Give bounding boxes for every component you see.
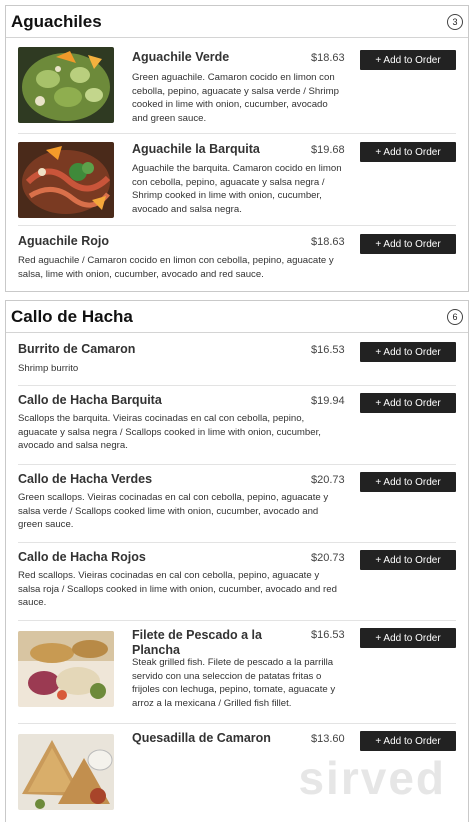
item-price: $19.68: [311, 144, 345, 156]
section-header: Aguachiles 3: [6, 6, 468, 38]
add-to-order-button[interactable]: + Add to Order: [360, 50, 456, 70]
item-price: $19.94: [311, 395, 345, 407]
item-price: $18.63: [311, 236, 345, 248]
item-name: Callo de Hacha Rojos: [18, 550, 146, 564]
section-header: Callo de Hacha 6: [6, 301, 468, 333]
menu-item: Filete de Pescado a la Plancha $16.53 + …: [18, 621, 456, 724]
item-description: Green scallops. Vieiras cocinadas en cal…: [18, 492, 329, 530]
add-to-order-button[interactable]: + Add to Order: [360, 142, 456, 162]
add-to-order-button[interactable]: + Add to Order: [360, 472, 456, 492]
item-price: $16.53: [311, 344, 345, 356]
menu-item: Callo de Hacha Rojos $20.73 + Add to Ord…: [18, 543, 456, 621]
item-name: Aguachile Verde: [132, 50, 230, 64]
section-title: Callo de Hacha: [11, 306, 133, 326]
section-aguachiles: Aguachiles 3 Aguachile Verde $18.63 + Ad…: [5, 5, 469, 292]
add-to-order-button[interactable]: + Add to Order: [360, 628, 456, 648]
add-to-order-button[interactable]: + Add to Order: [360, 550, 456, 570]
filete-de-pescado-photo: [18, 631, 114, 707]
item-name: Aguachile Rojo: [18, 234, 109, 248]
item-name: Callo de Hacha Barquita: [18, 393, 162, 407]
item-count-badge: 6: [447, 308, 463, 325]
menu-item: Callo de Hacha Verdes $20.73 + Add to Or…: [18, 465, 456, 543]
menu-item: Aguachile Rojo $18.63 + Add to Order Red…: [18, 226, 456, 292]
section-callo-de-hacha: Callo de Hacha 6 Burrito de Camaron $16.…: [5, 300, 469, 822]
quesadilla-de-camaron-photo: [18, 734, 114, 810]
add-to-order-button[interactable]: + Add to Order: [360, 234, 456, 254]
item-name: Quesadilla de Camaron: [132, 731, 271, 745]
menu-item: Aguachile la Barquita $19.68 + Add to Or…: [18, 134, 456, 226]
menu-item: Aguachile Verde $18.63 + Add to Order Gr…: [18, 42, 456, 134]
add-to-order-button[interactable]: + Add to Order: [360, 393, 456, 413]
item-name: Callo de Hacha Verdes: [18, 472, 153, 486]
item-price: $18.63: [311, 52, 345, 64]
menu-item: Callo de Hacha Barquita $19.94 + Add to …: [18, 386, 456, 465]
section-title: Aguachiles: [11, 11, 102, 31]
item-price: $16.53: [311, 629, 345, 641]
item-description: Green aguachile. Camaron cocido en limon…: [132, 72, 339, 124]
item-price: $13.60: [311, 733, 345, 745]
item-description: Scallops the barquita. Vieiras cocinadas…: [18, 413, 321, 451]
item-name: Filete de Pescado a la Plancha: [132, 628, 262, 657]
menu-item: Burrito de Camaron $16.53 + Add to Order…: [18, 333, 456, 386]
item-description: Aguachile the barquita. Camaron cocido e…: [132, 163, 342, 215]
item-description: Shrimp burrito: [18, 363, 79, 374]
item-count-badge: 3: [447, 13, 463, 30]
menu-item: Quesadilla de Camaron $13.60 + Add to Or…: [18, 724, 456, 822]
add-to-order-button[interactable]: + Add to Order: [360, 342, 456, 362]
item-description: Steak grilled fish. Filete de pescado a …: [132, 657, 336, 709]
item-price: $20.73: [311, 552, 345, 564]
item-name: Burrito de Camaron: [18, 342, 136, 356]
item-name: Aguachile la Barquita: [132, 142, 260, 156]
item-price: $20.73: [311, 474, 345, 486]
aguachile-verde-photo: [18, 47, 114, 123]
item-description: Red scallops. Vieiras cocinadas en cal c…: [18, 570, 337, 608]
item-description: Red aguachile / Camaron cocido en limon …: [18, 255, 334, 280]
aguachile-barquita-photo: [18, 142, 114, 218]
add-to-order-button[interactable]: + Add to Order: [360, 731, 456, 751]
